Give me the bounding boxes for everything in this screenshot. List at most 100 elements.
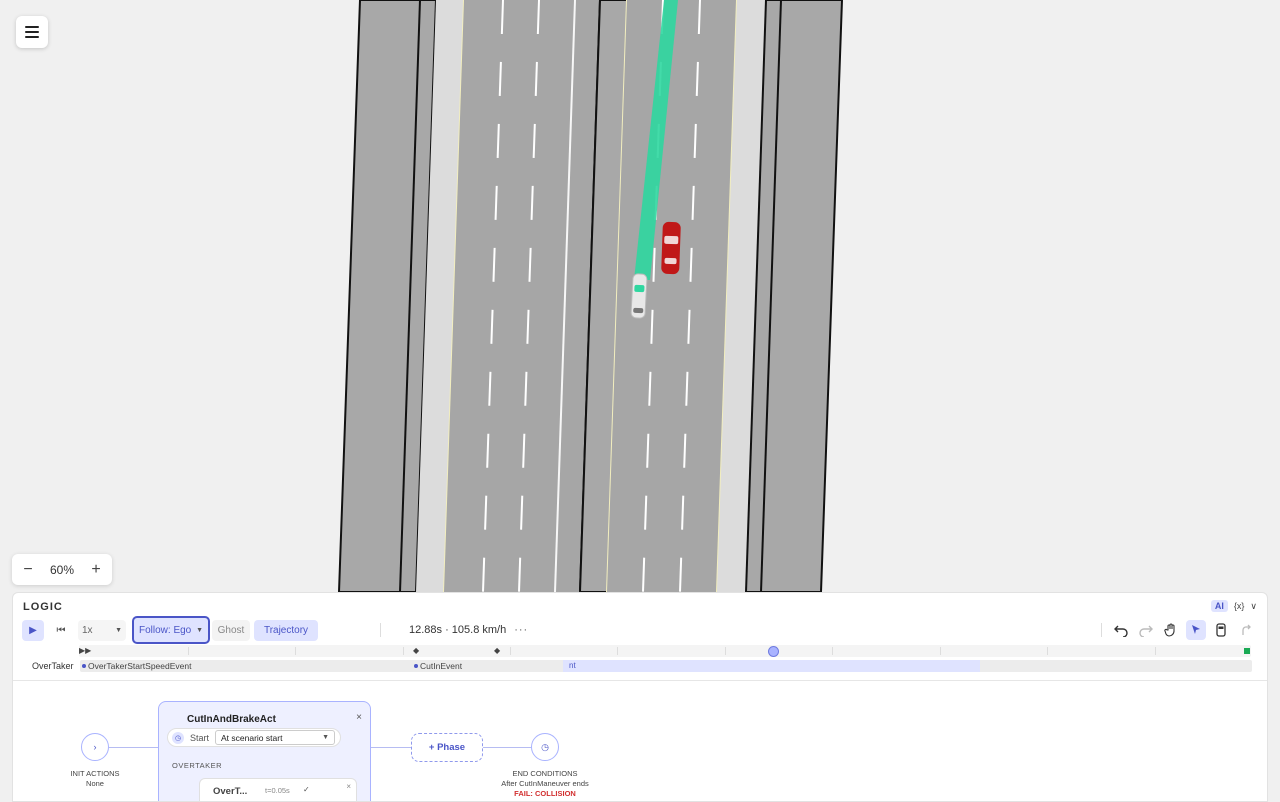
redo-icon <box>1139 625 1153 637</box>
timeline-ruler[interactable]: ▶▶ ◆ ◆ <box>79 645 1251 659</box>
more-icon[interactable]: ··· <box>514 624 528 636</box>
car-icon <box>1216 623 1226 637</box>
panel-title: LOGIC <box>23 601 63 613</box>
flow-connector <box>109 747 158 748</box>
play-button[interactable]: ▶ <box>22 619 44 641</box>
timeline-tick <box>940 647 941 655</box>
logic-panel: LOGIC AI {x} ∨ ▶ ⏮ 1x ▼ Follow: Ego ▼ Ghos… <box>12 592 1268 802</box>
track-label: OverTaker <box>32 661 74 671</box>
chevron-down-icon: ▼ <box>115 626 122 634</box>
track-event[interactable]: OverTakerStartSpeedEvent <box>80 660 191 672</box>
check-icon: ✓ <box>303 785 310 794</box>
trajectory-toggle[interactable]: Trajectory <box>254 619 318 641</box>
rewind-icon: ⏮ <box>56 624 66 636</box>
ego-vehicle[interactable] <box>630 273 648 319</box>
active-event-label: nt <box>569 661 576 670</box>
toolbar-divider <box>380 623 381 637</box>
start-clock-icon: ◷ <box>172 731 184 744</box>
other-vehicle[interactable] <box>661 221 681 275</box>
end-conditions-title: END CONDITIONS <box>512 769 578 778</box>
track-event[interactable]: CutInEvent <box>412 660 462 672</box>
logic-flow-canvas[interactable]: › INIT ACTIONS None CutInAndBrakeAct × ◷… <box>13 683 1267 801</box>
end-conditions-caption: END CONDITIONS After CutInManeuver ends … <box>485 769 605 799</box>
menu-button[interactable] <box>16 16 48 48</box>
toolbar-divider <box>1101 623 1102 637</box>
undo-button[interactable] <box>1111 620 1131 640</box>
follow-select[interactable]: Follow: Ego ▼ <box>132 616 210 644</box>
collapse-panel-icon[interactable]: ∨ <box>1250 601 1257 612</box>
timeline-track[interactable] <box>79 645 1251 657</box>
timeline-tick <box>510 647 511 655</box>
event-track: OverTaker nt OverTakerStartSpeedEvent Cu… <box>23 660 1253 673</box>
chevron-down-icon: ▼ <box>322 734 330 741</box>
follow-value: Follow: Ego <box>139 624 192 636</box>
ghost-toggle[interactable]: Ghost <box>212 619 250 641</box>
end-conditions-node[interactable]: ◷ <box>531 733 559 761</box>
speed-select[interactable]: 1x ▼ <box>78 619 126 641</box>
timeline-keyframe[interactable]: ◆ <box>494 646 500 656</box>
timeline-start-marker: ▶▶ <box>79 646 92 655</box>
start-condition-select[interactable]: At scenario start ▼ <box>215 730 336 745</box>
panel-actions: AI {x} ∨ <box>1210 600 1257 612</box>
section-divider <box>13 680 1267 681</box>
select-tool-button[interactable] <box>1186 620 1206 640</box>
pointer-icon <box>1192 625 1200 634</box>
maneuver-time: t=0.05s <box>265 786 290 795</box>
timeline-tick <box>832 647 833 655</box>
zoom-in-button[interactable]: + <box>88 561 104 578</box>
speed-value: 1x <box>82 624 93 636</box>
act-start-row: ◷ Start At scenario start ▼ <box>167 728 341 747</box>
event-dot <box>82 664 86 668</box>
act-title: CutInAndBrakeAct <box>187 714 276 725</box>
timeline-end-marker <box>1244 648 1250 654</box>
close-icon[interactable]: × <box>356 712 362 723</box>
actor-heading: OVERTAKER <box>172 761 223 770</box>
event-label: OverTakerStartSpeedEvent <box>88 661 192 671</box>
add-phase-button[interactable]: + Phase <box>411 733 483 762</box>
variables-button[interactable]: {x} <box>1234 601 1245 611</box>
init-actions-caption: INIT ACTIONS None <box>69 769 121 789</box>
start-condition-value: At scenario start <box>221 732 283 743</box>
scene-viewport[interactable]: − 60% + <box>0 0 1280 592</box>
event-label: CutInEvent <box>420 661 463 671</box>
timeline-playhead[interactable] <box>768 646 779 657</box>
play-icon: ▶ <box>29 624 37 636</box>
zoom-level: 60% <box>49 562 75 577</box>
timeline-keyframe[interactable]: ◆ <box>413 646 419 656</box>
rewind-button[interactable]: ⏮ <box>50 620 72 641</box>
right-lanes <box>607 0 737 592</box>
timeline-tick <box>188 647 189 655</box>
menu-icon <box>25 26 39 38</box>
maneuver-card[interactable]: OverT... t=0.05s ✓ × <box>199 778 357 801</box>
start-label: Start <box>190 732 210 743</box>
timeline-tick <box>403 647 404 655</box>
flow-connector <box>483 747 531 748</box>
timeline-tick <box>617 647 618 655</box>
track-bar[interactable]: nt OverTakerStartSpeedEvent CutInEvent <box>80 660 1252 672</box>
add-vehicle-button[interactable] <box>1211 620 1231 640</box>
hand-icon <box>1164 623 1175 637</box>
route-icon <box>1242 624 1251 635</box>
maneuver-name: OverT... <box>213 786 248 797</box>
pan-tool-button[interactable] <box>1161 620 1181 640</box>
road-canvas[interactable] <box>0 0 1280 592</box>
zoom-out-button[interactable]: − <box>20 561 36 578</box>
ai-button[interactable]: AI <box>1210 600 1228 612</box>
fail-condition: FAIL: COLLISION <box>514 789 576 798</box>
init-actions-node[interactable]: › <box>81 733 109 761</box>
active-event-segment[interactable]: nt <box>563 660 980 672</box>
zoom-control: − 60% + <box>12 554 112 585</box>
timeline-tick <box>1155 647 1156 655</box>
act-card[interactable]: CutInAndBrakeAct × ◷ Start At scenario s… <box>158 701 371 801</box>
edit-tools <box>1101 618 1256 642</box>
redo-button[interactable] <box>1136 620 1156 640</box>
init-actions-value: None <box>86 779 104 788</box>
chevron-down-icon: ▼ <box>196 626 203 634</box>
chevron-right-icon: › <box>93 742 97 752</box>
route-tool-button[interactable] <box>1236 620 1256 640</box>
playback-toolbar: ▶ ⏮ 1x ▼ Follow: Ego ▼ Ghost Trajectory 12… <box>22 616 1262 644</box>
end-conditions-value: After CutInManeuver ends <box>501 779 589 788</box>
timeline-tick <box>725 647 726 655</box>
close-icon[interactable]: × <box>346 782 351 791</box>
playback-status: 12.88s · 105.8 km/h <box>409 624 507 636</box>
